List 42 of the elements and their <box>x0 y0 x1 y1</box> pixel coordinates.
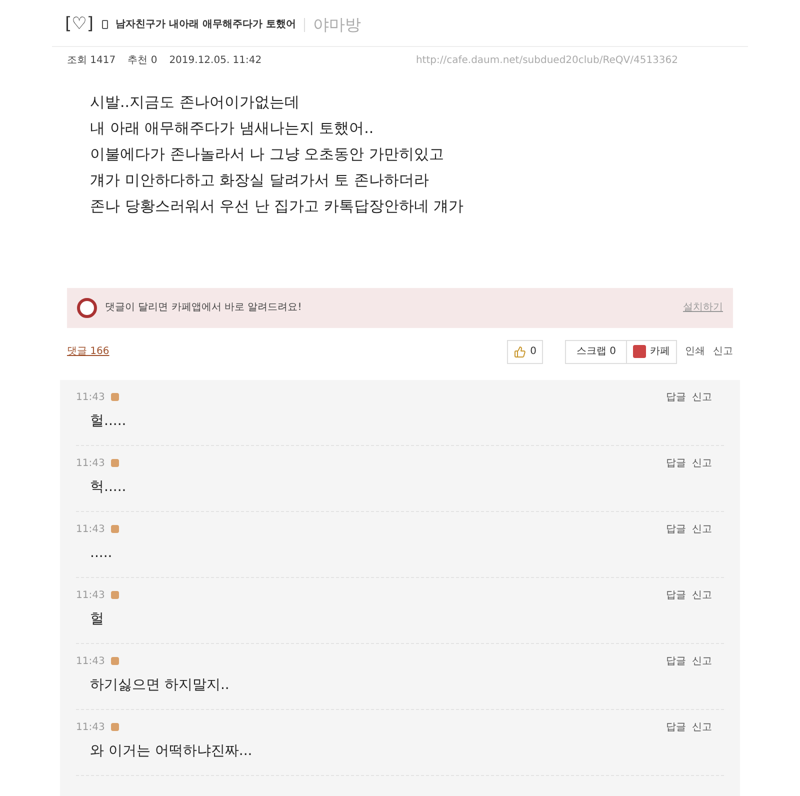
comment-time: 11:43 <box>76 588 105 602</box>
post-date: 2019.12.05. 11:42 <box>169 54 262 68</box>
body-line: 걔가 미안하다하고 화장실 달려가서 토 존나하더라 <box>90 170 430 190</box>
reply-link[interactable]: 답글 <box>666 390 686 404</box>
comment-text: 와 이거는 어떡하냐진짜... <box>90 742 254 760</box>
recommend-count: 추천 0 <box>128 54 158 68</box>
reply-link[interactable]: 답글 <box>666 522 686 536</box>
comment-text: 헉..... <box>90 478 128 496</box>
reply-link[interactable]: 답글 <box>666 588 686 602</box>
body-line: 시발..지금도 존나어이가없는데 <box>90 92 300 112</box>
scrap-button[interactable]: 스크랩 0 <box>566 340 627 362</box>
notice-text: 댓글이 달리면 카페앱에서 바로 알려드려요! <box>105 301 302 315</box>
body-line: 존나 당황스러워서 우선 난 집가고 카톡답장안하네 걔가 <box>90 196 465 216</box>
comment-time: 11:43 <box>76 654 105 668</box>
comment-time: 11:43 <box>76 456 105 470</box>
thumbs-up-icon <box>514 346 526 358</box>
print-link[interactable]: 인쇄 <box>685 344 705 359</box>
comment-report-link[interactable]: 신고 <box>692 588 712 602</box>
comment-report-link[interactable]: 신고 <box>692 390 712 404</box>
view-count: 조회 1417 <box>67 54 116 68</box>
comment-report-link[interactable]: 신고 <box>692 522 712 536</box>
comment-text: ..... <box>90 544 114 562</box>
comment-text: 하기싫으면 하지말지.. <box>90 676 230 694</box>
comment-report-link[interactable]: 신고 <box>692 456 712 470</box>
body-line: 이불에다가 존나놀라서 나 그냥 오초동안 가만히있고 <box>90 144 445 164</box>
body-line: 내 아래 애무해주다가 냄새나는지 토했어.. <box>90 118 375 138</box>
reply-link[interactable]: 답글 <box>666 720 686 734</box>
comment-report-link[interactable]: 신고 <box>692 654 712 668</box>
cafe-share-button[interactable]: 카페 <box>627 340 676 362</box>
post-title: 남자친구가 내아래 애무해주다가 토했어 <box>116 18 296 32</box>
comment-time: 11:43 <box>76 390 105 404</box>
comment-count-link[interactable]: 댓글 166 <box>67 344 110 359</box>
comment-report-link[interactable]: 신고 <box>692 720 712 734</box>
comment-text: 헐..... <box>90 412 128 430</box>
reply-link[interactable]: 답글 <box>666 456 686 470</box>
comment-time: 11:43 <box>76 522 105 536</box>
bracket-heart: [♡] <box>65 13 94 36</box>
like-button[interactable]: 0 <box>507 340 544 364</box>
report-link[interactable]: 신고 <box>713 344 733 359</box>
reply-link[interactable]: 답글 <box>666 654 686 668</box>
comment-text: 헐 <box>90 610 105 628</box>
comment-time: 11:43 <box>76 720 105 734</box>
